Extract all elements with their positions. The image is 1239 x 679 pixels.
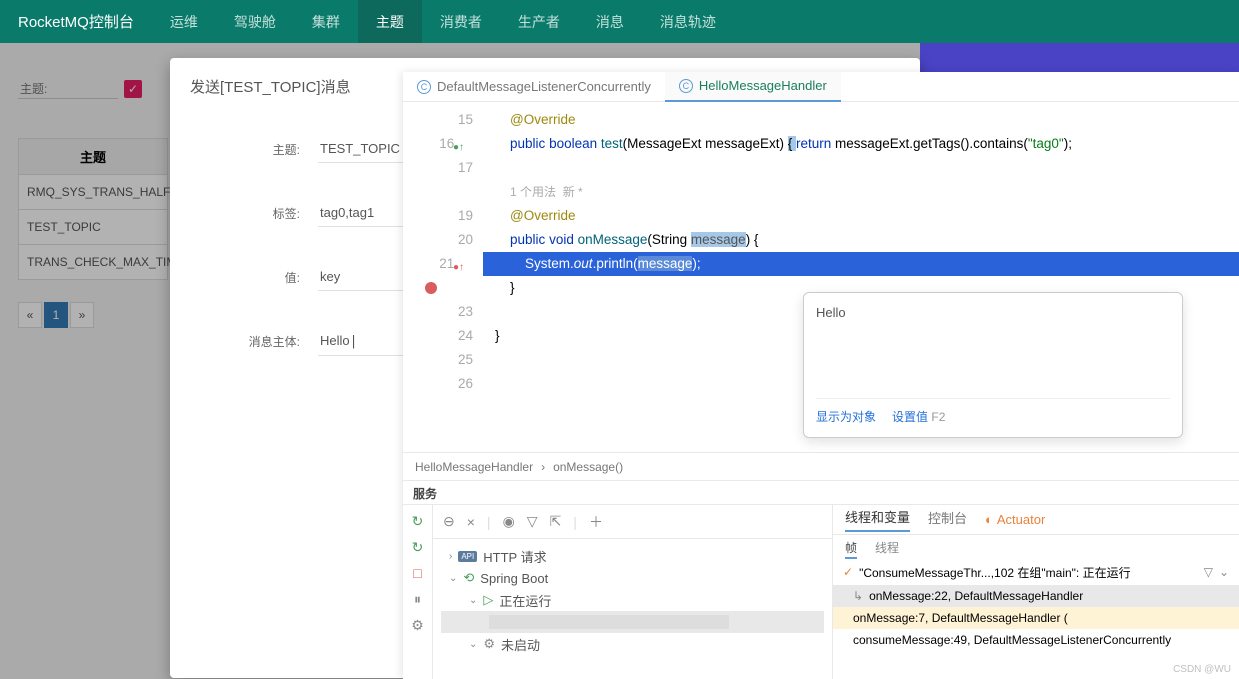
nav-consumer[interactable]: 消费者	[422, 0, 500, 43]
class-icon: C	[679, 79, 693, 93]
play-icon: ▷	[483, 592, 493, 608]
pause-icon[interactable]: ⏸	[410, 591, 426, 607]
actuator-icon: ◐	[985, 512, 993, 527]
topic-label: 主题:	[210, 141, 300, 158]
tab-console[interactable]: 控制台	[928, 508, 967, 531]
stack-frame[interactable]: ↳onMessage:22, DefaultMessageHandler	[833, 585, 1239, 607]
subtab-threads[interactable]: 线程	[875, 539, 899, 559]
class-icon: C	[417, 80, 431, 94]
thread-row[interactable]: ✓ "ConsumeMessageThr...,102 在组"main": 正在…	[833, 559, 1239, 585]
gear-icon: ⚙	[483, 636, 495, 652]
code-area[interactable]: @Override public boolean test(MessageExt…	[483, 102, 1239, 452]
subtab-frames[interactable]: 帧	[845, 539, 857, 559]
breakpoint-icon[interactable]	[425, 282, 437, 294]
nav-ops[interactable]: 运维	[152, 0, 216, 43]
http-icon: API	[458, 551, 477, 562]
services-panel: ↻ ↻ □ ⏸ ⚙ ⊖ × | ◉ ▽ ⇱ | ＋ ›APIHTTP 请求 ⌄⟲…	[403, 504, 1239, 679]
gutter: 15 ●↑16 17 19 20 ●↑21 23 24 25 26	[403, 102, 483, 452]
nav-message[interactable]: 消息	[578, 0, 642, 43]
tab-hello-handler[interactable]: CHelloMessageHandler	[665, 72, 841, 102]
collapse-icon[interactable]: ⊖	[443, 513, 455, 530]
running-app-row[interactable]	[441, 611, 824, 633]
debug-panel: 线程和变量 控制台 ◐Actuator 帧 线程 ✓ "ConsumeMessa…	[833, 505, 1239, 679]
filter-icon[interactable]: ▽	[527, 513, 538, 530]
chevron-down-icon[interactable]: ⌄	[1219, 565, 1229, 579]
breadcrumb-method[interactable]: onMessage()	[553, 460, 623, 474]
close-tab-icon[interactable]: ×	[467, 514, 475, 530]
show-as-object-link[interactable]: 显示为对象	[816, 405, 876, 429]
stack-frame[interactable]: onMessage:7, DefaultMessageHandler (	[833, 607, 1239, 629]
rerun2-icon[interactable]: ↻	[410, 539, 426, 555]
services-title: 服务	[403, 480, 1239, 504]
stop-icon[interactable]: □	[410, 565, 426, 581]
services-tree-panel: ⊖ × | ◉ ▽ ⇱ | ＋ ›APIHTTP 请求 ⌄⟲Spring Boo…	[433, 505, 833, 679]
set-value-link[interactable]: 设置值	[892, 410, 928, 424]
body-label: 消息主体:	[210, 333, 300, 350]
stack-frame[interactable]: consumeMessage:49, DefaultMessageListene…	[833, 629, 1239, 651]
breadcrumb-class[interactable]: HelloMessageHandler	[415, 460, 533, 474]
nav-dashboard[interactable]: 驾驶舱	[216, 0, 294, 43]
actuator-link[interactable]: ◐Actuator	[985, 512, 1045, 527]
key-label: 值:	[210, 269, 300, 286]
nav-trace[interactable]: 消息轨迹	[642, 0, 734, 43]
rerun-icon[interactable]: ↻	[410, 513, 426, 529]
ide-window: CDefaultMessageListenerConcurrently CHel…	[403, 72, 1239, 679]
nav-producer[interactable]: 生产者	[500, 0, 578, 43]
tooltip-value: Hello	[816, 301, 1170, 398]
add-icon[interactable]: ＋	[589, 512, 603, 532]
spring-icon: ⟲	[463, 570, 474, 586]
topbar: RocketMQ控制台 运维 驾驶舱 集群 主题 消费者 生产者 消息 消息轨迹	[0, 0, 1239, 43]
services-tree[interactable]: ›APIHTTP 请求 ⌄⟲Spring Boot ⌄▷正在运行 ⌄⚙未启动	[433, 539, 832, 679]
check-icon: ✓	[843, 565, 853, 579]
nav-topic[interactable]: 主题	[358, 0, 422, 43]
brand: RocketMQ控制台	[0, 11, 152, 32]
tab-default-listener[interactable]: CDefaultMessageListenerConcurrently	[403, 72, 665, 102]
tag-label: 标签:	[210, 205, 300, 222]
build-icon[interactable]: ⚙	[410, 617, 426, 633]
editor-tabs: CDefaultMessageListenerConcurrently CHel…	[403, 72, 1239, 102]
watermark: CSDN @WU	[1173, 664, 1231, 675]
breadcrumb: HelloMessageHandler › onMessage()	[403, 452, 1239, 480]
return-icon: ↳	[853, 589, 863, 603]
code-editor[interactable]: 15 ●↑16 17 19 20 ●↑21 23 24 25 26 @Overr…	[403, 102, 1239, 452]
nav-cluster[interactable]: 集群	[294, 0, 358, 43]
export-icon[interactable]: ⇱	[550, 513, 562, 530]
funnel-icon[interactable]: ▽	[1204, 565, 1213, 579]
services-toolbar-vert: ↻ ↻ □ ⏸ ⚙	[403, 505, 433, 679]
view-icon[interactable]: ◉	[503, 513, 515, 530]
debug-tooltip: Hello 显示为对象 设置值 F2	[803, 292, 1183, 438]
tab-threads-vars[interactable]: 线程和变量	[845, 507, 910, 532]
